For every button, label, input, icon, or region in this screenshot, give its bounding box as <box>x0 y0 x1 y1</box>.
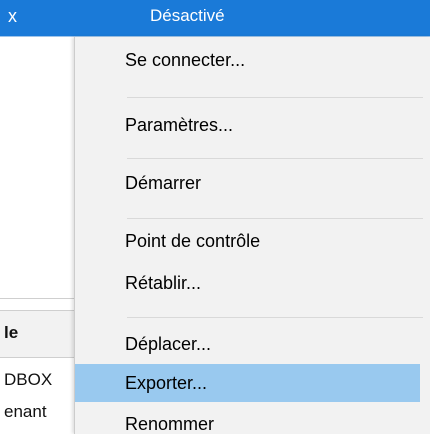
context-menu: Se connecter... Paramètres... Démarrer P… <box>74 37 430 434</box>
screen: x Désactivé le DBOX enant Se connecter..… <box>0 0 430 434</box>
column-header[interactable]: le <box>0 310 75 358</box>
menu-separator <box>127 97 423 98</box>
menu-item-start[interactable]: Démarrer <box>75 164 420 202</box>
menu-separator <box>127 218 423 219</box>
menu-item-checkpoint[interactable]: Point de contrôle <box>75 222 420 260</box>
menu-item-export[interactable]: Exporter... <box>75 364 420 402</box>
menu-item-revert[interactable]: Rétablir... <box>75 264 420 302</box>
list-item[interactable]: enant <box>4 402 47 422</box>
menu-item-rename[interactable]: Renommer <box>75 405 420 434</box>
menu-separator <box>127 158 423 159</box>
menu-item-connect[interactable]: Se connecter... <box>75 41 420 79</box>
column-header-label: le <box>4 323 19 342</box>
row-name-fragment: x <box>8 6 17 26</box>
menu-item-settings[interactable]: Paramètres... <box>75 106 420 144</box>
row-state: Désactivé <box>150 6 225 25</box>
panel-divider <box>0 298 75 299</box>
list-item[interactable]: DBOX <box>4 370 52 390</box>
selected-vm-row[interactable]: x Désactivé <box>0 0 430 36</box>
menu-separator <box>127 317 423 318</box>
menu-item-move[interactable]: Déplacer... <box>75 325 420 363</box>
